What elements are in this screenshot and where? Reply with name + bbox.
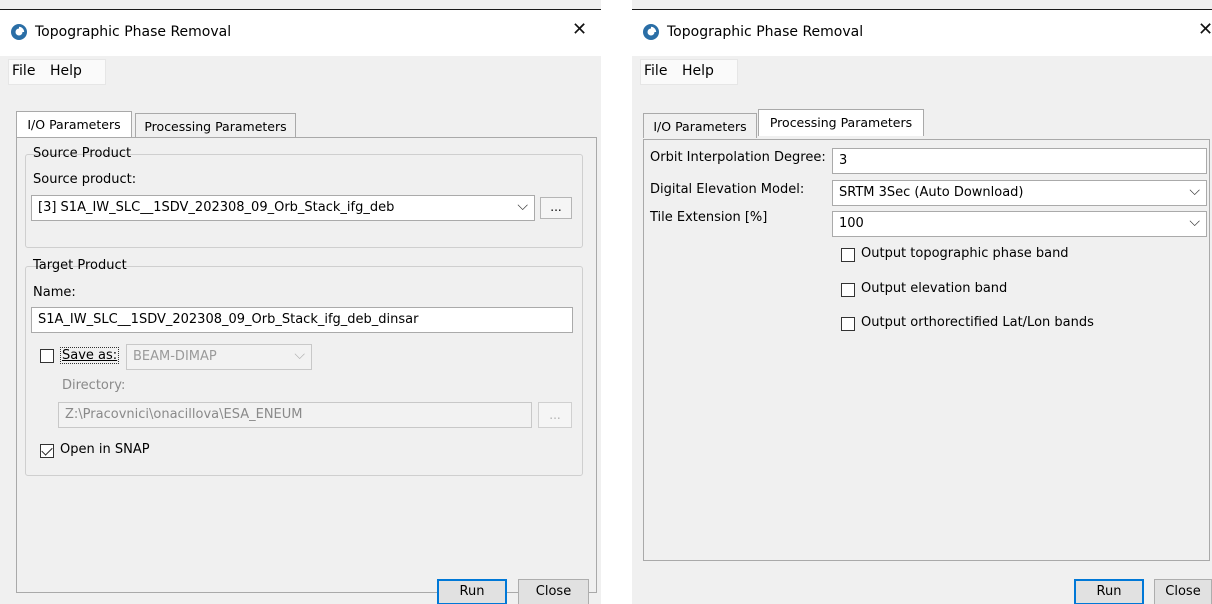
- tab-io-parameters[interactable]: I/O Parameters: [16, 111, 132, 138]
- output-elevation-checkbox[interactable]: [841, 283, 855, 297]
- save-format-value: BEAM-DIMAP: [133, 349, 217, 364]
- directory-label: Directory:: [62, 378, 126, 393]
- title-bar: Topographic Phase Removal ✕: [0, 10, 601, 56]
- window-title: Topographic Phase Removal: [35, 24, 232, 40]
- run-button[interactable]: Run: [1074, 579, 1144, 604]
- close-icon[interactable]: ✕: [1198, 20, 1212, 40]
- save-format-select: BEAM-DIMAP ⌵: [126, 344, 312, 370]
- menu-help[interactable]: Help: [682, 63, 714, 79]
- window-title: Topographic Phase Removal: [667, 24, 864, 40]
- target-name-input[interactable]: S1A_IW_SLC__1SDV_202308_09_Orb_Stack_ifg…: [31, 307, 573, 333]
- right-dialog-window: Topographic Phase Removal ✕ File Help I/…: [632, 0, 1212, 604]
- open-in-snap-label: Open in SNAP: [60, 442, 150, 457]
- dem-value: SRTM 3Sec (Auto Download): [839, 185, 1024, 200]
- output-topo-phase-label: Output topographic phase band: [861, 246, 1069, 261]
- source-product-select[interactable]: [3] S1A_IW_SLC__1SDV_202308_09_Orb_Stack…: [31, 195, 535, 221]
- close-button[interactable]: Close: [518, 579, 589, 604]
- close-button[interactable]: Close: [1154, 579, 1212, 604]
- chevron-down-icon: ⌵: [517, 198, 528, 214]
- tab-processing-parameters[interactable]: Processing Parameters: [758, 109, 924, 136]
- menu-file[interactable]: File: [12, 63, 35, 79]
- directory-input: Z:\Pracovnici\onacillova\ESA_ENEUM: [58, 402, 532, 428]
- tab-processing-parameters[interactable]: Processing Parameters: [135, 113, 296, 138]
- source-product-value: [3] S1A_IW_SLC__1SDV_202308_09_Orb_Stack…: [38, 200, 395, 215]
- close-icon[interactable]: ✕: [572, 20, 587, 40]
- orbit-degree-label: Orbit Interpolation Degree:: [650, 150, 826, 165]
- save-as-checkbox[interactable]: [40, 349, 54, 363]
- tile-extension-label: Tile Extension [%]: [650, 210, 768, 225]
- output-elevation-label: Output elevation band: [861, 281, 1008, 296]
- tile-extension-value: 100: [839, 216, 864, 231]
- save-as-label: Save as:: [60, 347, 120, 364]
- target-product-group-title: Target Product: [33, 258, 127, 273]
- left-dialog-window: Topographic Phase Removal ✕ File Help I/…: [0, 0, 601, 604]
- menu-file[interactable]: File: [644, 63, 667, 79]
- tab-io-parameters[interactable]: I/O Parameters: [643, 113, 757, 138]
- source-product-label: Source product:: [33, 172, 137, 187]
- title-bar: Topographic Phase Removal ✕: [632, 10, 1212, 56]
- output-topo-phase-checkbox[interactable]: [841, 248, 855, 262]
- directory-browse-button: ...: [538, 402, 572, 428]
- chevron-down-icon: ⌵: [1189, 214, 1200, 230]
- output-ortho-latlon-label: Output orthorectified Lat/Lon bands: [861, 315, 1094, 330]
- orbit-degree-input[interactable]: 3: [832, 148, 1207, 174]
- dem-select[interactable]: SRTM 3Sec (Auto Download) ⌵: [832, 180, 1207, 206]
- snap-app-icon: [11, 24, 27, 40]
- menu-help[interactable]: Help: [50, 63, 82, 79]
- run-button[interactable]: Run: [437, 579, 507, 604]
- open-in-snap-checkbox[interactable]: [40, 444, 54, 458]
- chevron-down-icon: ⌵: [294, 347, 305, 363]
- menu-bar: File Help: [0, 57, 601, 87]
- snap-app-icon: [643, 24, 659, 40]
- source-product-group-title: Source Product: [33, 146, 132, 161]
- output-ortho-latlon-checkbox[interactable]: [841, 317, 855, 331]
- source-browse-button[interactable]: ...: [540, 197, 572, 219]
- name-label: Name:: [33, 285, 76, 300]
- chevron-down-icon: ⌵: [1189, 183, 1200, 199]
- menu-bar: File Help: [632, 57, 1212, 87]
- tile-extension-select[interactable]: 100 ⌵: [832, 211, 1207, 237]
- dem-label: Digital Elevation Model:: [650, 182, 805, 197]
